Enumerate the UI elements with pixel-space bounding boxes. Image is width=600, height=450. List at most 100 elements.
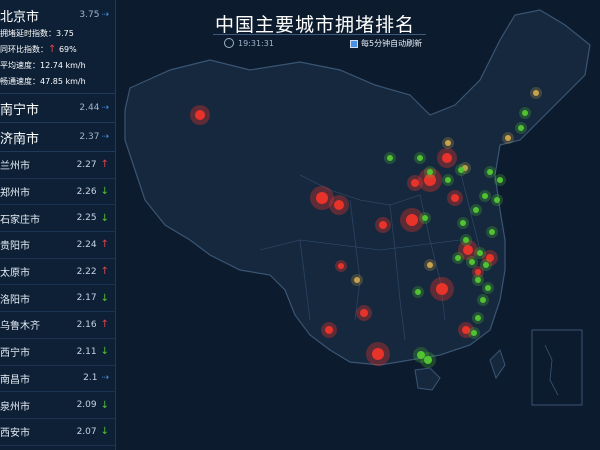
flat-trend-icon: ⇢ xyxy=(101,132,109,142)
down-arrow-icon: ↓ xyxy=(100,212,109,224)
city-marker xyxy=(477,250,483,256)
city-name: 西安市 xyxy=(0,428,30,440)
ranking-row[interactable]: 兰州市 2.27 ↑ xyxy=(0,152,115,179)
city-marker xyxy=(487,169,493,175)
clock-display: 19:31:31 xyxy=(224,38,274,48)
flat-trend-icon: ⇢ xyxy=(101,103,109,113)
top-city-name: 北京市 xyxy=(0,9,40,25)
title-divider xyxy=(213,34,426,35)
detail-delay-index: 拥堵延时指数：3.75 xyxy=(0,29,74,38)
city-marker xyxy=(463,245,473,255)
congestion-value: 2.11 xyxy=(76,346,97,357)
city-marker xyxy=(533,90,539,96)
ranking-row[interactable]: 洛阳市 2.17 ↓ xyxy=(0,285,115,313)
detail-avg-speed: 平均速度：12.74 km/h xyxy=(0,61,86,70)
city-name: 南宁市 xyxy=(0,102,40,118)
up-arrow-icon: ↑ xyxy=(100,319,109,331)
congestion-value: 2.27 xyxy=(76,159,97,170)
city-marker xyxy=(460,220,466,226)
ranking-row[interactable]: 石家庄市 2.25 ↓ xyxy=(0,205,115,233)
city-marker xyxy=(338,263,344,269)
ranking-row[interactable]: 贵阳市 2.24 ↑ xyxy=(0,232,115,259)
city-marker xyxy=(406,214,418,226)
congestion-value: 2.26 xyxy=(76,186,97,197)
city-marker xyxy=(415,289,421,295)
city-marker xyxy=(480,297,486,303)
city-marker xyxy=(458,167,464,173)
city-marker xyxy=(518,125,524,131)
ranking-row[interactable]: 郑州市 2.26 ↓ xyxy=(0,179,115,206)
refresh-label: 每5分钟自动刷新 xyxy=(361,39,423,48)
city-marker xyxy=(451,194,459,202)
city-marker xyxy=(455,255,461,261)
city-name: 乌鲁木齐 xyxy=(0,321,40,333)
detail-yoy-index: 同环比指数：↑ 69% xyxy=(0,44,77,55)
ranking-row[interactable]: 太原市 2.22 ↑ xyxy=(0,259,115,286)
flat-trend-icon: ⇢ xyxy=(101,373,109,384)
city-marker xyxy=(505,135,511,141)
city-marker xyxy=(469,259,475,265)
city-marker xyxy=(522,110,528,116)
ranking-row[interactable]: 南宁市 2.44 ⇢ xyxy=(0,94,115,123)
flat-trend-icon: ⇢ xyxy=(101,10,109,20)
congestion-value: 2.09 xyxy=(76,400,97,411)
city-marker xyxy=(445,177,451,183)
city-marker xyxy=(475,277,481,283)
city-name: 泉州市 xyxy=(0,401,30,413)
city-marker xyxy=(411,179,419,187)
city-marker xyxy=(424,356,432,364)
congestion-value: 2.17 xyxy=(76,293,97,304)
up-arrow-icon: ↑ xyxy=(100,239,109,251)
city-marker xyxy=(497,177,503,183)
checkbox-icon[interactable] xyxy=(350,39,358,48)
ranking-row[interactable]: 西安市 2.07 ↓ xyxy=(0,419,115,446)
city-name: 太原市 xyxy=(0,268,30,280)
city-marker xyxy=(417,155,423,161)
ranking-row[interactable]: 泉州市 2.09 ↓ xyxy=(0,392,115,419)
detail-free-speed: 畅通速度：47.85 km/h xyxy=(0,77,86,86)
ranking-row[interactable]: 乌鲁木齐 2.16 ↑ xyxy=(0,312,115,339)
city-marker xyxy=(471,330,477,336)
top-city-card[interactable]: 北京市 3.75 ⇢ 拥堵延时指数：3.75 同环比指数：↑ 69% 平均速度：… xyxy=(0,0,115,94)
auto-refresh-toggle[interactable]: 每5分钟自动刷新 xyxy=(350,38,422,49)
city-marker xyxy=(316,192,328,204)
city-marker xyxy=(494,197,500,203)
city-marker xyxy=(427,262,433,268)
city-marker xyxy=(442,153,452,163)
city-marker xyxy=(436,283,448,295)
ranking-row[interactable]: 南昌市 2.1 ⇢ xyxy=(0,366,115,393)
congestion-value: 2.25 xyxy=(76,213,97,224)
down-arrow-icon: ↓ xyxy=(100,346,109,358)
congestion-value: 2.24 xyxy=(76,239,97,250)
clock-icon xyxy=(224,38,234,48)
congestion-value: 2.37 xyxy=(79,132,100,142)
city-name: 郑州市 xyxy=(0,188,30,200)
city-marker xyxy=(422,215,428,221)
city-marker xyxy=(483,262,489,268)
congestion-value: 2.1 xyxy=(83,373,98,384)
city-marker xyxy=(334,200,344,210)
ranking-row[interactable]: 济南市 2.37 ⇢ xyxy=(0,123,115,152)
city-marker xyxy=(475,315,481,321)
city-name: 贵阳市 xyxy=(0,241,30,253)
city-marker xyxy=(445,140,451,146)
ranking-row[interactable]: 西宁市 2.11 ↓ xyxy=(0,339,115,366)
city-marker xyxy=(195,110,205,120)
ranking-sidebar[interactable]: 北京市 3.75 ⇢ 拥堵延时指数：3.75 同环比指数：↑ 69% 平均速度：… xyxy=(0,0,116,450)
page-title: 中国主要城市拥堵排名 xyxy=(215,14,416,36)
congestion-value: 2.07 xyxy=(76,426,97,437)
city-marker xyxy=(360,309,368,317)
city-marker xyxy=(485,285,491,291)
congestion-value: 2.16 xyxy=(76,319,97,330)
city-name: 西宁市 xyxy=(0,348,30,360)
city-marker xyxy=(325,326,333,334)
up-arrow-icon: ↑ xyxy=(100,159,109,171)
top-city-value: 3.75 xyxy=(79,10,100,20)
city-marker xyxy=(372,348,384,360)
city-marker xyxy=(482,193,488,199)
city-marker xyxy=(473,207,479,213)
city-marker xyxy=(489,229,495,235)
up-arrow-icon: ↑ xyxy=(100,266,109,278)
city-name: 石家庄市 xyxy=(0,214,40,226)
city-name: 南昌市 xyxy=(0,374,30,386)
